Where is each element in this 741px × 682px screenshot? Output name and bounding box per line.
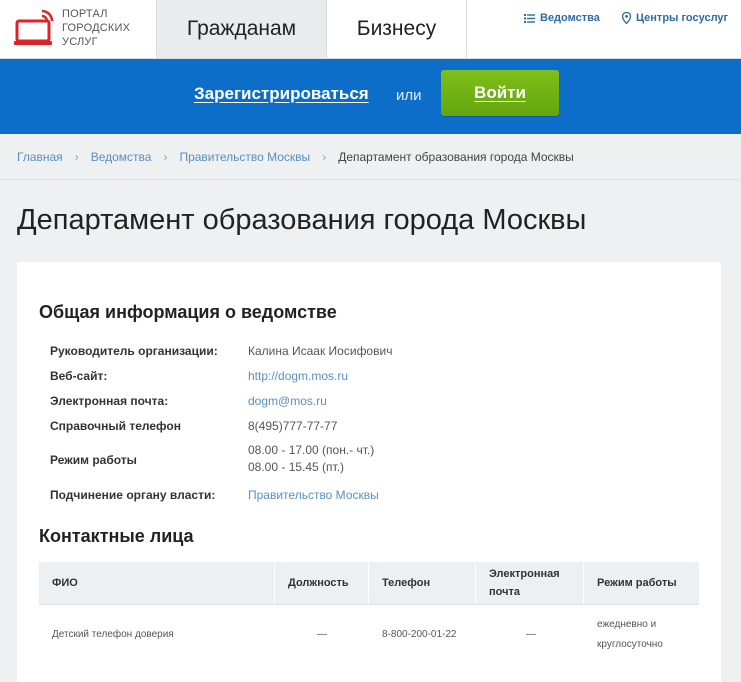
website-link[interactable]: http://dogm.mos.ru xyxy=(248,369,348,383)
breadcrumb-divider xyxy=(0,179,741,180)
logo-line-1: ПОРТАЛ xyxy=(62,8,108,20)
chevron-right-icon: › xyxy=(163,150,168,164)
chevron-right-icon: › xyxy=(322,150,327,164)
agencies-link[interactable]: Ведомства xyxy=(524,12,600,24)
tab-citizens[interactable]: Гражданам xyxy=(156,0,327,58)
column-header: Телефон xyxy=(369,562,476,604)
info-label: Подчинение органу власти: xyxy=(50,488,216,502)
info-label: Руководитель организации: xyxy=(50,344,218,358)
laptop-signal-icon xyxy=(14,9,54,45)
breadcrumb-agencies[interactable]: Ведомства xyxy=(91,150,152,164)
hours-line: 08.00 - 17.00 (пон.- чт.) xyxy=(248,443,375,457)
info-value: 08.00 - 17.00 (пон.- чт.) 08.00 - 15.45 … xyxy=(248,442,374,476)
logo-text: ПОРТАЛ ГОРОДСКИХ УСЛУГ xyxy=(62,7,130,49)
info-label: Электронная почта: xyxy=(50,394,169,408)
table-header: ФИО Должность Телефон Электронная почта … xyxy=(39,562,699,605)
auth-banner: Зарегистрироваться или Войти xyxy=(0,59,741,134)
agencies-link-label: Ведомства xyxy=(540,12,600,24)
column-header: Должность xyxy=(275,562,369,604)
breadcrumb-moscow-government[interactable]: Правительство Москвы xyxy=(179,150,310,164)
contact-phone: 8-800-200-01-22 xyxy=(382,629,457,640)
breadcrumb-current: Департамент образования города Москвы xyxy=(338,150,574,164)
service-centers-link[interactable]: Центры госуслуг xyxy=(622,12,728,24)
info-label: Веб-сайт: xyxy=(50,369,108,383)
chevron-right-icon: › xyxy=(74,150,79,164)
breadcrumb-home[interactable]: Главная xyxy=(17,150,63,164)
login-button[interactable]: Войти xyxy=(441,70,559,116)
contact-name: Детский телефон доверия xyxy=(52,629,174,640)
info-label: Режим работы xyxy=(50,453,137,467)
logo-line-2: ГОРОДСКИХ xyxy=(62,22,131,34)
or-text: или xyxy=(396,87,422,104)
general-info-title: Общая информация о ведомстве xyxy=(39,302,337,322)
list-icon xyxy=(524,14,535,23)
breadcrumb: Главная › Ведомства › Правительство Моск… xyxy=(17,150,574,164)
top-header: ПОРТАЛ ГОРОДСКИХ УСЛУГ Гражданам Бизнесу… xyxy=(0,0,741,59)
location-pin-icon xyxy=(622,12,631,24)
subordination-link[interactable]: Правительство Москвы xyxy=(248,488,379,502)
column-header: Электронная почта xyxy=(476,562,584,604)
tab-business[interactable]: Бизнесу xyxy=(327,0,467,58)
column-header: ФИО xyxy=(39,562,275,604)
contact-schedule: ежедневно и круглосуточно xyxy=(597,619,663,650)
info-value: 8(495)777-77-77 xyxy=(248,419,338,433)
contacts-title: Контактные лица xyxy=(39,526,194,546)
portal-logo[interactable]: ПОРТАЛ ГОРОДСКИХ УСЛУГ xyxy=(14,5,139,53)
info-value: Калина Исаак Иосифович xyxy=(248,344,393,358)
contact-position: — xyxy=(317,629,327,640)
info-label: Справочный телефон xyxy=(50,419,181,433)
contact-email: — xyxy=(526,629,536,640)
agency-info-card: Общая информация о ведомстве Руководител… xyxy=(17,262,721,682)
email-link[interactable]: dogm@mos.ru xyxy=(248,394,327,408)
page-title: Департамент образования города Москвы xyxy=(17,204,587,236)
table-row: Детский телефон доверия — 8-800-200-01-2… xyxy=(39,605,699,665)
column-header: Режим работы xyxy=(597,577,677,589)
logo-line-3: УСЛУГ xyxy=(62,36,98,48)
register-link[interactable]: Зарегистрироваться xyxy=(194,84,369,104)
service-centers-link-label: Центры госуслуг xyxy=(636,12,729,24)
hours-line: 08.00 - 15.45 (пт.) xyxy=(248,460,345,474)
